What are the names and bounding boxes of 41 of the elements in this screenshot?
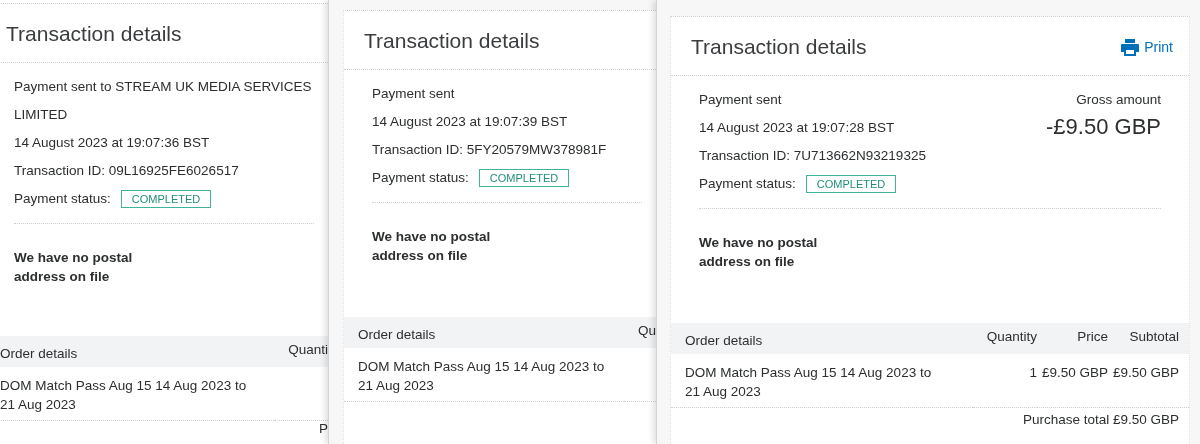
transaction-info: Transaction ID: 09L16925FE6026517: [14, 162, 240, 180]
column-header: Quantity: [972, 323, 1037, 354]
page-title: Transaction details: [364, 29, 540, 53]
table-cell: DOM Match Pass Aug 15 14 Aug 2023 to 21 Aug 2023: [344, 348, 624, 402]
status-label: Payment status:: [699, 175, 796, 193]
column-header: Qu: [624, 317, 656, 348]
column-header: Order details: [344, 317, 624, 348]
print-button[interactable]: Print: [1121, 38, 1173, 56]
transaction-info: Payment sent to STREAM UK MEDIA SERVICES LIMITED: [14, 78, 313, 124]
transaction-info: 14 August 2023 at 19:07:28 BST: [699, 119, 896, 137]
column-header: Order details: [0, 336, 275, 367]
column-header: Quanti: [274, 336, 328, 367]
purchase-total: P: [318, 421, 328, 436]
transaction-info: Payment sent: [699, 91, 783, 109]
transaction-info: Payment sent: [372, 85, 456, 103]
table-cell: £9.50 GBP: [1107, 354, 1189, 408]
table-cell: DOM Match Pass Aug 15 14 Aug 2023 to 21 Aug 2023: [0, 367, 275, 421]
address-note: We have no postal address on file: [13, 249, 134, 286]
column-header: Price: [1036, 323, 1108, 354]
purchase-total: Purchase total £9.50 GBP: [1021, 411, 1180, 427]
address-note: We have no postal address on file: [371, 228, 492, 265]
table-cell: £9.50 GBP: [1036, 354, 1108, 408]
status-label: Payment status:: [372, 169, 469, 187]
page-title: Transaction details: [6, 22, 182, 46]
status-badge: COMPLETED: [805, 175, 897, 193]
transaction-info: Transaction ID: 7U713662N93219325: [699, 147, 926, 165]
transaction-info: Transaction ID: 5FY20579MW378981F: [372, 141, 607, 159]
gross-amount: -£9.50 GBP: [1046, 114, 1161, 140]
status-label: Payment status:: [14, 190, 111, 208]
table-cell: DOM Match Pass Aug 15 14 Aug 2023 to 21 Aug 2023: [671, 354, 973, 408]
page-title: Transaction details: [691, 35, 867, 59]
column-header: Subtotal: [1107, 323, 1189, 354]
printer-icon: [1121, 38, 1140, 56]
table-cell: 1: [972, 354, 1037, 408]
column-header: Order details: [671, 323, 973, 354]
address-note: We have no postal address on file: [698, 234, 819, 271]
status-badge: COMPLETED: [120, 190, 212, 208]
status-badge: COMPLETED: [478, 169, 570, 187]
transaction-info: 14 August 2023 at 19:07:36 BST: [14, 134, 211, 152]
transaction-info: 14 August 2023 at 19:07:39 BST: [372, 113, 569, 131]
gross-label: Gross amount: [1075, 91, 1161, 109]
